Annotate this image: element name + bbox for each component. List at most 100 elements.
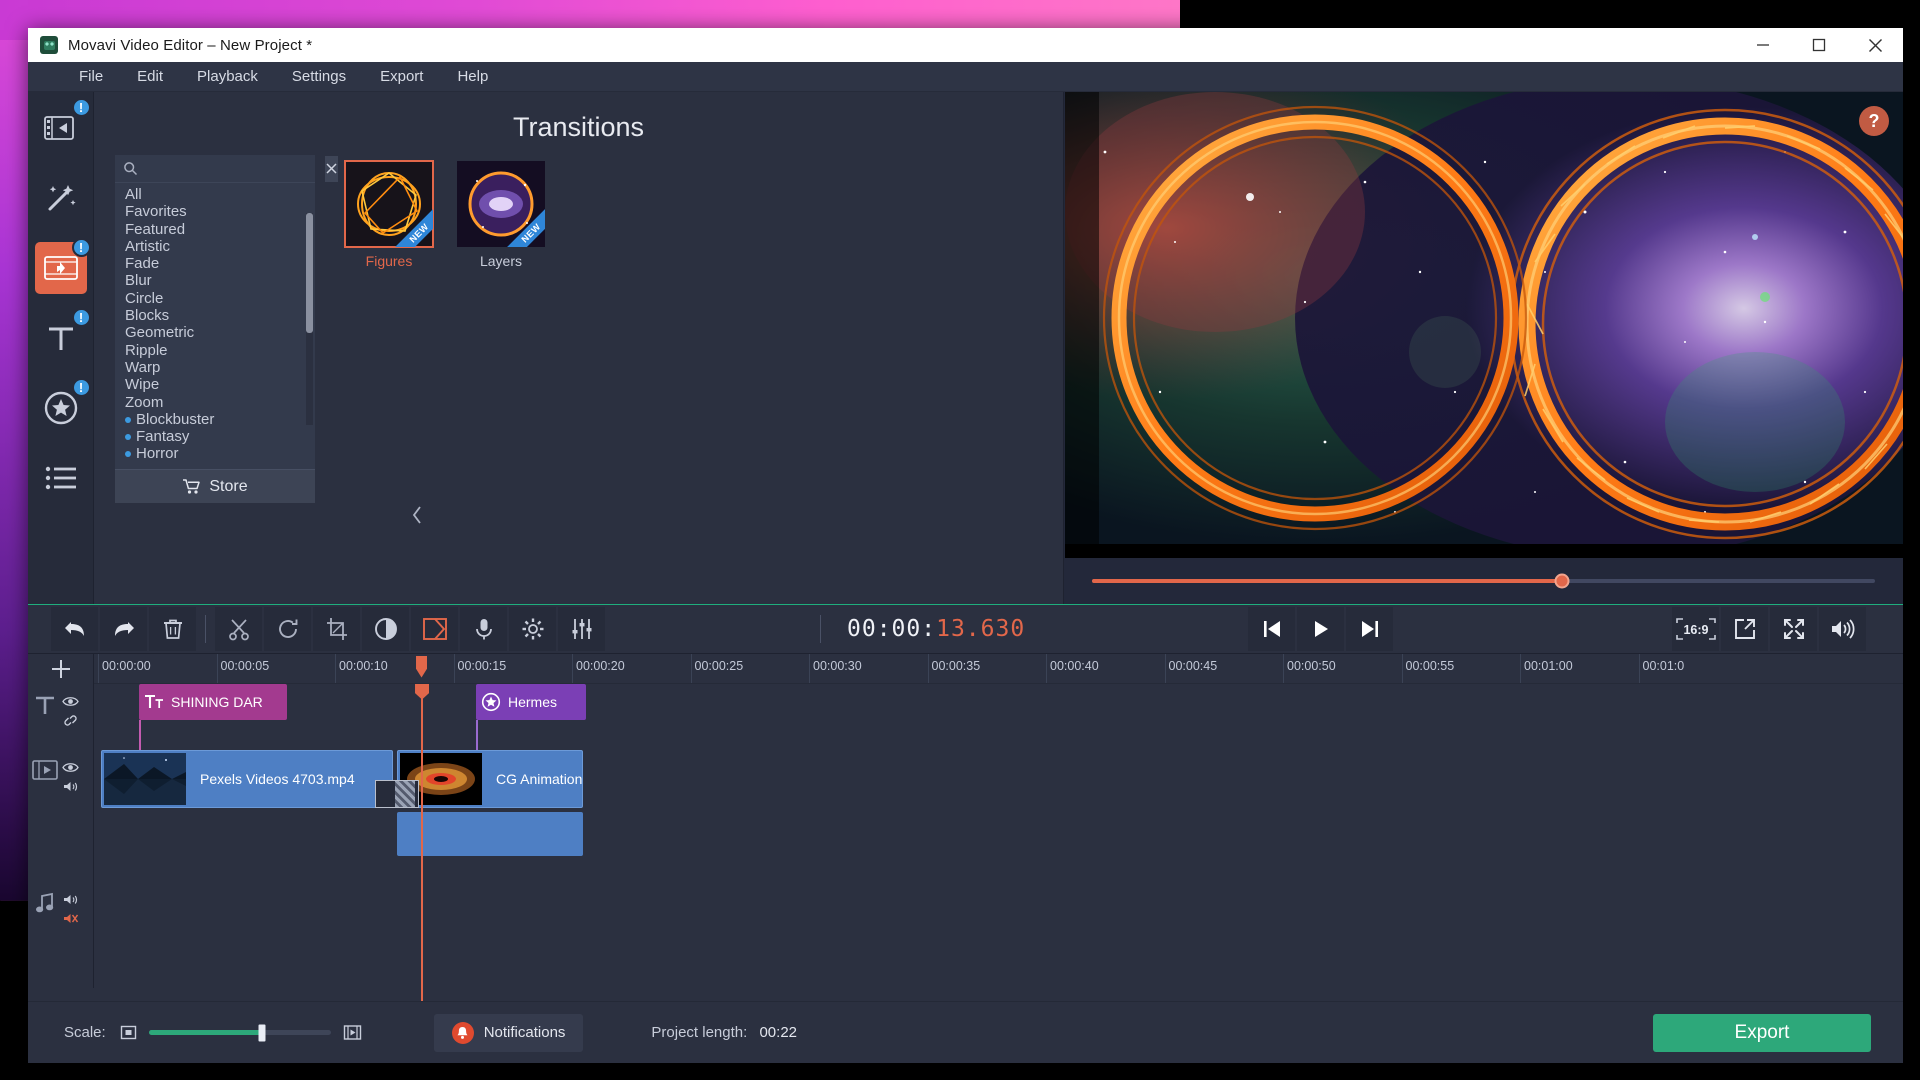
scissors-icon[interactable]: [215, 606, 262, 651]
eye-icon[interactable]: [62, 761, 79, 774]
seek-track[interactable]: [1092, 573, 1875, 588]
video-clip[interactable]: Pexels Videos 4703.mp4: [101, 749, 393, 808]
category-item[interactable]: Fantasy: [115, 428, 315, 445]
status-bar: Scale: Notifications Project length: 00:…: [28, 1001, 1903, 1063]
zoom-out-frame-icon[interactable]: [120, 1024, 137, 1041]
play-icon[interactable]: [1297, 606, 1345, 651]
category-item[interactable]: Artistic: [115, 238, 315, 255]
plus-icon[interactable]: [28, 653, 94, 684]
skip-next-icon[interactable]: [1346, 606, 1394, 651]
minimize-icon[interactable]: [1735, 28, 1791, 62]
store-button[interactable]: Store: [115, 469, 315, 503]
timeline-ruler[interactable]: 00:00:00 00:00:05 00:00:10 00:00:15 00:00:20…: [94, 653, 1903, 684]
sidebar-item-transitions[interactable]: !: [34, 238, 91, 294]
category-item[interactable]: Circle: [115, 290, 315, 307]
gear-icon[interactable]: [509, 606, 556, 651]
trash-icon[interactable]: [149, 606, 196, 651]
category-item[interactable]: All: [115, 186, 315, 203]
help-button[interactable]: ?: [1859, 106, 1889, 136]
sliders-icon[interactable]: [558, 606, 605, 651]
transition-bracket-icon[interactable]: [411, 606, 458, 651]
ruler-label: 00:00:20: [576, 658, 625, 673]
maximize-icon[interactable]: [1791, 28, 1847, 62]
link-icon[interactable]: [62, 714, 79, 727]
audio-track-body[interactable]: [94, 882, 1903, 988]
chevron-left-icon[interactable]: [409, 500, 425, 530]
category-item[interactable]: Wipe: [115, 376, 315, 393]
transition-tile-layers[interactable]: NEW Layers: [457, 161, 545, 269]
contrast-circle-icon[interactable]: [362, 606, 409, 651]
category-label: Warp: [125, 358, 161, 376]
transition-tile-label: Figures: [365, 253, 413, 269]
sticker-clip[interactable]: Hermes: [476, 683, 586, 720]
zoom-in-frame-icon[interactable]: [343, 1023, 362, 1042]
category-item[interactable]: Warp: [115, 359, 315, 376]
title-clip[interactable]: SHINING DAR: [139, 683, 287, 720]
category-list[interactable]: All Favorites Featured Artistic Fade Blu…: [115, 183, 315, 469]
speaker-icon[interactable]: [62, 893, 79, 906]
category-item[interactable]: Blur: [115, 272, 315, 289]
aspect-ratio-icon[interactable]: 16:9: [1672, 606, 1719, 651]
playhead[interactable]: [415, 683, 430, 1001]
category-item[interactable]: Horror: [115, 445, 315, 462]
sticker-clip-label: Hermes: [508, 693, 558, 710]
sidebar-item-more-tools[interactable]: [35, 452, 87, 504]
titles-track-body[interactable]: SHINING DAR Hermes: [94, 683, 1903, 750]
transition-tile-figures[interactable]: NEW Figures: [344, 160, 434, 269]
sidebar-item-filters[interactable]: [35, 172, 87, 224]
microphone-icon[interactable]: [460, 606, 507, 651]
linked-audio-clip[interactable]: [397, 811, 583, 856]
tool-rail: ! ! ! !: [28, 92, 94, 604]
video-clip[interactable]: CG Animation: [397, 749, 583, 808]
category-item[interactable]: Zoom: [115, 394, 315, 411]
category-item[interactable]: Featured: [115, 221, 315, 238]
category-item[interactable]: Ripple: [115, 342, 315, 359]
ruler-playhead-marker[interactable]: [416, 655, 428, 678]
menu-file[interactable]: File: [62, 62, 120, 92]
category-item[interactable]: Blockbuster: [115, 411, 315, 428]
menu-settings[interactable]: Settings: [275, 62, 363, 92]
search-input[interactable]: [144, 160, 325, 177]
video-track-body[interactable]: Pexels Videos 4703.mp4 CG Animation: [94, 749, 1903, 882]
eye-icon[interactable]: [62, 695, 79, 708]
menu-export[interactable]: Export: [363, 62, 440, 92]
category-item[interactable]: Geometric: [115, 324, 315, 341]
redo-arrow-icon[interactable]: [100, 606, 147, 651]
rotate-icon[interactable]: [264, 606, 311, 651]
audio-track: [28, 881, 1903, 988]
sidebar-item-import[interactable]: !: [35, 98, 91, 154]
menu-bar: File Edit Playback Settings Export Help: [28, 62, 1903, 92]
seek-handle[interactable]: [1554, 573, 1570, 588]
category-label: Zoom: [125, 393, 164, 411]
mute-icon[interactable]: [62, 912, 79, 925]
category-item[interactable]: Fade: [115, 255, 315, 272]
undo-arrow-icon[interactable]: [51, 606, 98, 651]
category-item[interactable]: Blocks: [115, 307, 315, 324]
sidebar-item-titles[interactable]: !: [35, 308, 91, 364]
crop-icon[interactable]: [313, 606, 360, 651]
speaker-icon[interactable]: [1819, 606, 1866, 651]
notifications-button[interactable]: Notifications: [433, 1013, 584, 1052]
transition-hatch-icon[interactable]: [375, 779, 419, 808]
seek-bar[interactable]: [1064, 557, 1903, 604]
edit-toolbar: 00:00:13.630 16:9: [28, 603, 1903, 654]
badge-transitions: !: [71, 238, 91, 257]
menu-playback[interactable]: Playback: [180, 62, 275, 92]
skip-previous-icon[interactable]: [1248, 606, 1296, 651]
video-clip-label: CG Animation: [496, 770, 583, 787]
sidebar-item-stickers[interactable]: !: [35, 378, 91, 434]
fullscreen-icon[interactable]: [1770, 606, 1817, 651]
export-button[interactable]: Export: [1653, 1013, 1871, 1052]
export-frame-icon[interactable]: [1721, 606, 1768, 651]
close-icon[interactable]: [1847, 28, 1903, 62]
menu-edit[interactable]: Edit: [120, 62, 180, 92]
movavi-logo-icon: [40, 36, 58, 54]
scale-slider-handle[interactable]: [258, 1024, 266, 1041]
clear-x-icon[interactable]: [325, 155, 338, 182]
menu-help[interactable]: Help: [440, 62, 505, 92]
scale-slider[interactable]: [148, 1024, 331, 1041]
video-preview[interactable]: ?: [1065, 92, 1903, 558]
category-item[interactable]: Favorites: [115, 203, 315, 220]
speaker-icon[interactable]: [62, 780, 79, 793]
category-scrollbar[interactable]: [306, 213, 313, 333]
